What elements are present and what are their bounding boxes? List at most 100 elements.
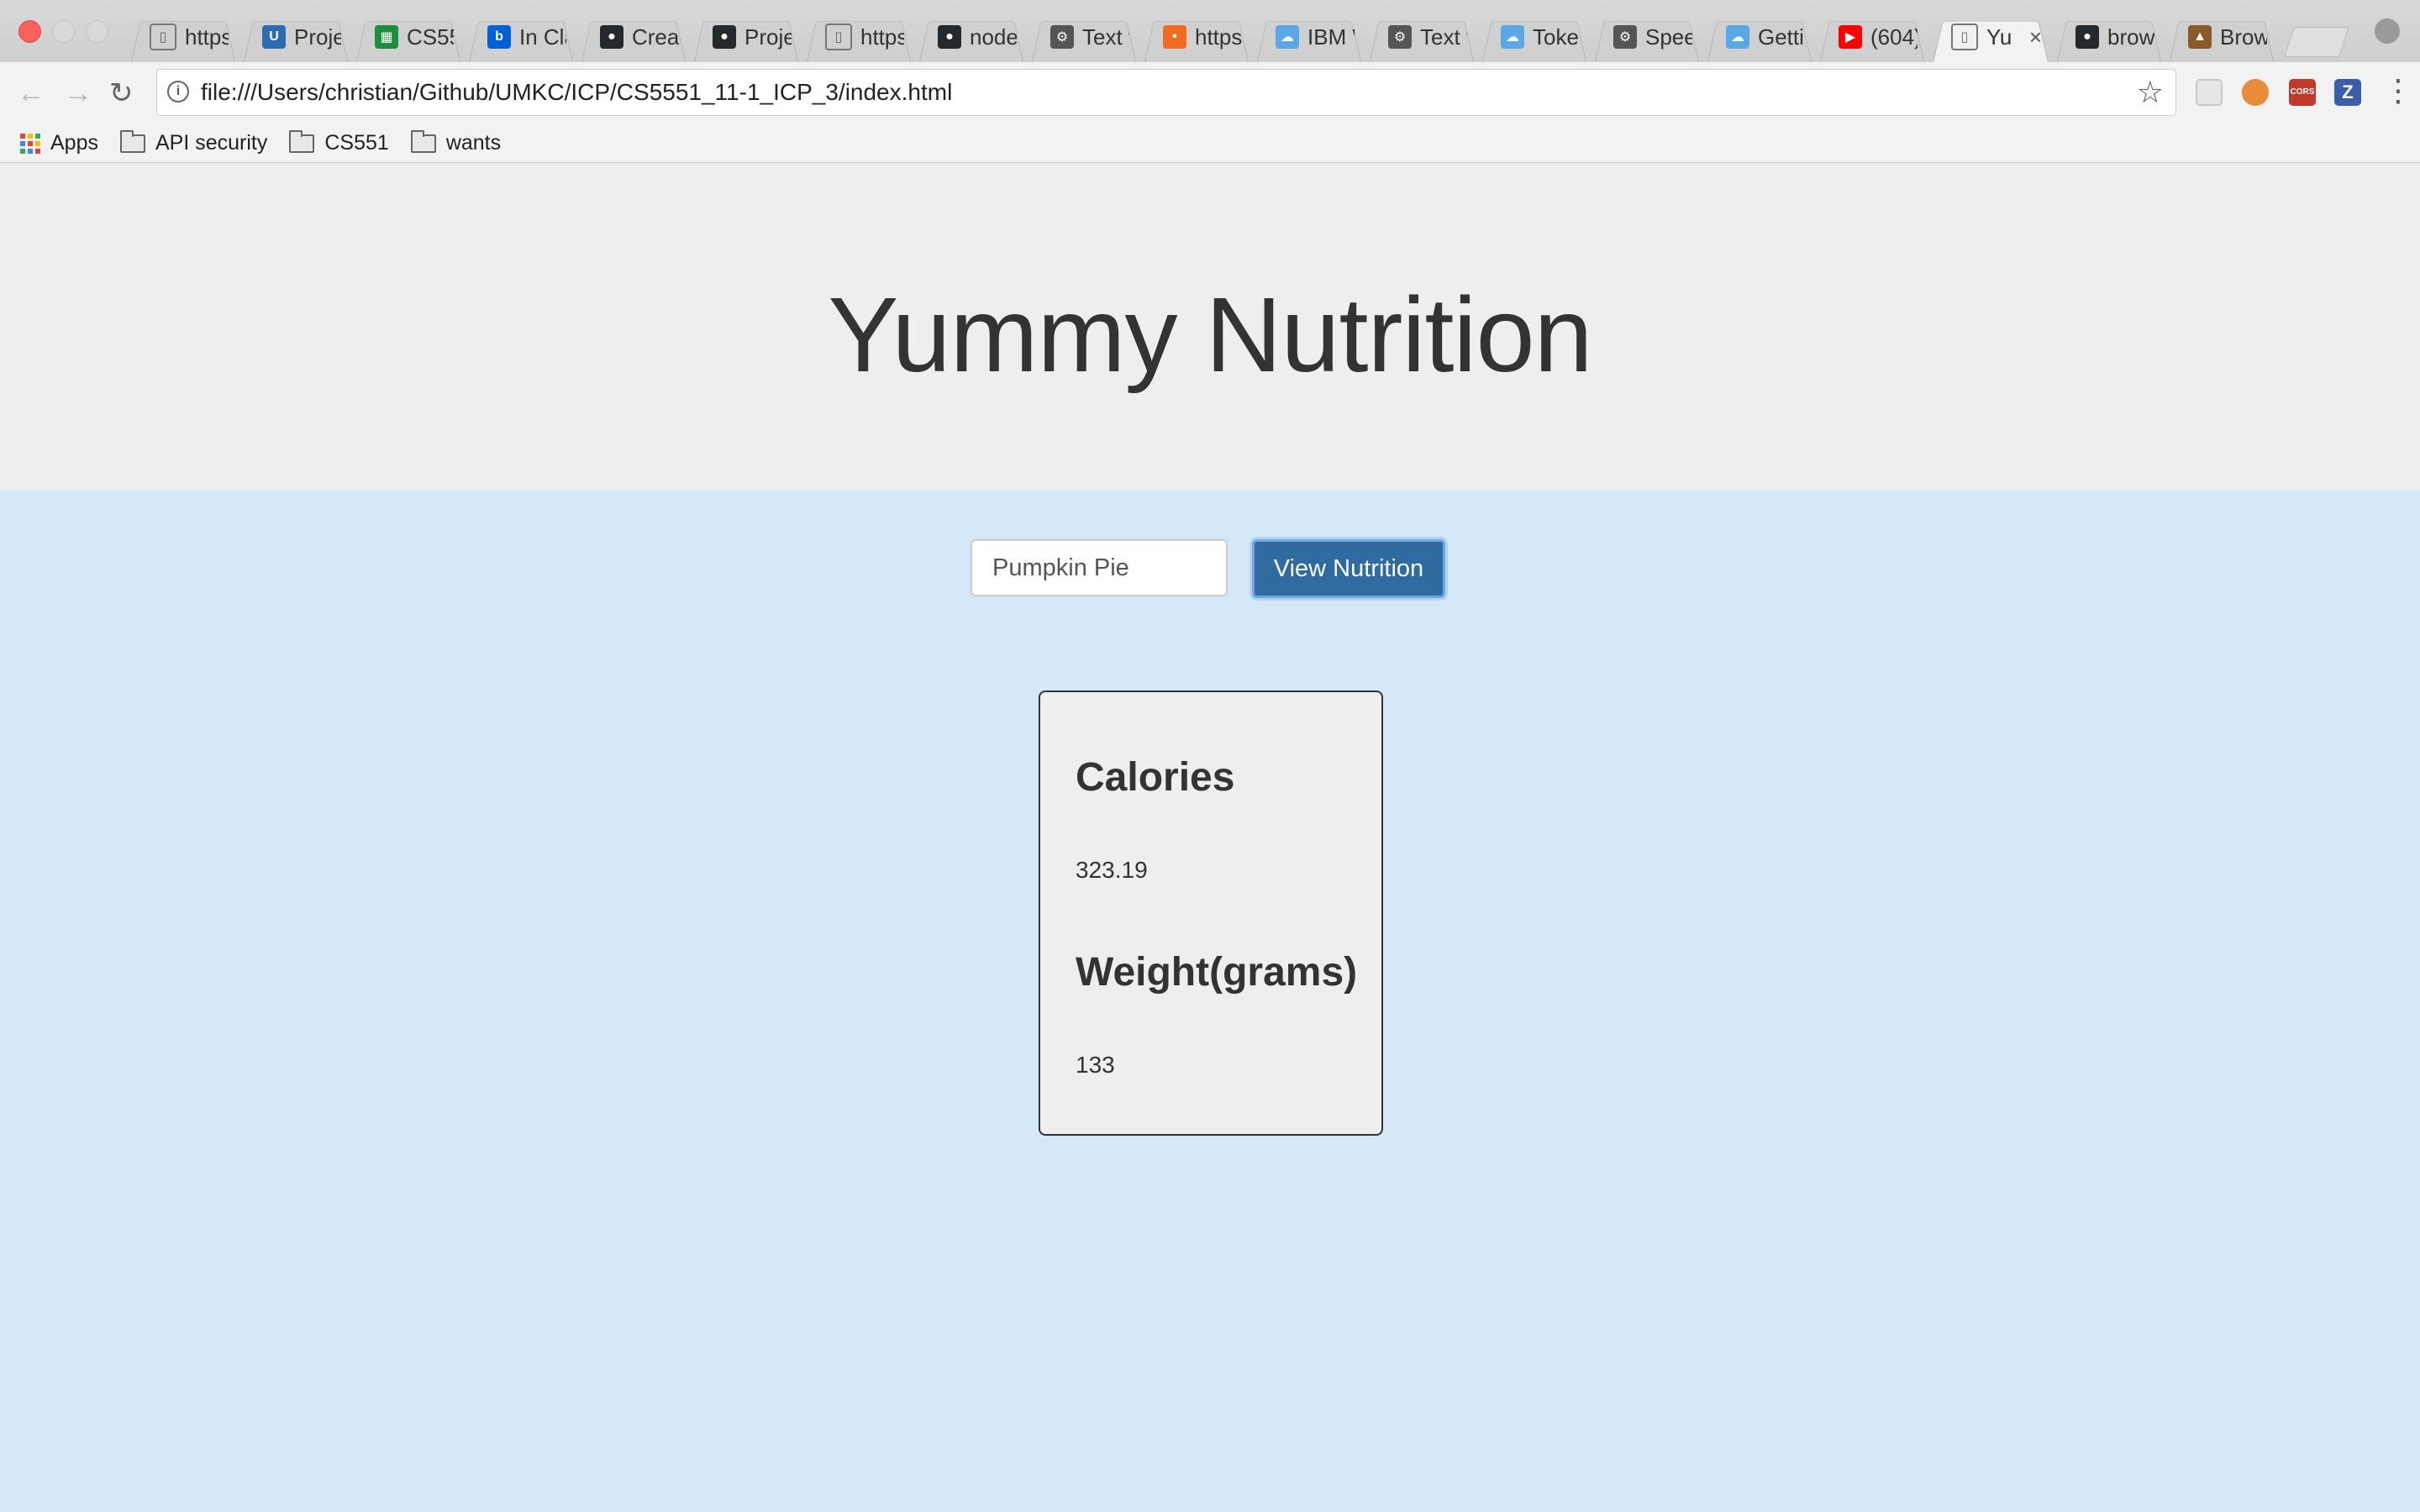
new-tab-button[interactable]	[2284, 27, 2349, 57]
tab-list: ▯ https U Proje ▦ CS55 b In Cla ● Creat ● Proje ▯ htt…	[126, 12, 2349, 62]
folder-icon	[119, 129, 145, 153]
maximize-window-button[interactable]	[86, 20, 108, 43]
watson-icon: ⚙	[1388, 25, 1412, 49]
tab-10[interactable]: ☁ IBM W	[1252, 12, 1366, 62]
tab-title: IBM W	[1307, 24, 1355, 50]
bookmark-label: API security	[155, 131, 268, 155]
tab-title: Proje	[294, 24, 341, 50]
zotero-icon[interactable]: Z	[2334, 79, 2361, 106]
bookmark-api-security[interactable]: API security	[119, 129, 268, 155]
tab-title: Creat	[632, 24, 679, 50]
document-icon: ▯	[150, 24, 176, 50]
folder-icon	[410, 129, 436, 153]
github-icon: ●	[2075, 25, 2099, 49]
github-icon: ●	[938, 25, 961, 49]
tab-14[interactable]: ☁ Gettii	[1702, 12, 1817, 62]
tab-title: Text t	[1082, 24, 1129, 50]
address-bar[interactable]: i file:///Users/christian/Github/UMKC/IC…	[156, 69, 2176, 116]
tab-title: Toke	[1533, 24, 1579, 50]
watson-icon: ⚙	[1050, 25, 1074, 49]
tab-13[interactable]: ⚙ Spee	[1590, 12, 1704, 62]
watson-icon: ⚙	[1613, 25, 1637, 49]
site-info-icon[interactable]: i	[167, 81, 189, 102]
bookmark-label: wants	[445, 131, 502, 155]
bookmarks-bar: Apps API security CS551 wants	[0, 124, 2420, 163]
tab-11[interactable]: ⚙ Text t	[1365, 12, 1479, 62]
cors-icon[interactable]: CORS	[2289, 79, 2316, 106]
tab-16[interactable]: ▯ Yu ×	[1928, 12, 2054, 62]
reload-icon[interactable]: ↻	[109, 77, 134, 109]
github-icon: ●	[713, 25, 736, 49]
tab-title: https	[860, 24, 904, 50]
folder-icon	[289, 129, 315, 153]
tab-title: Gettii	[1758, 24, 1805, 50]
document-icon: ▯	[1951, 24, 1978, 50]
apps-grid-icon	[20, 133, 40, 154]
bookmark-wants[interactable]: wants	[410, 129, 502, 155]
tab-15[interactable]: ▶ (604)	[1815, 12, 1929, 62]
profile-icon[interactable]	[2375, 18, 2400, 44]
weight-heading: Weight(grams)	[1076, 950, 1358, 995]
search-form: View Nutrition	[0, 539, 2420, 598]
tab-6[interactable]: ▯ https	[802, 12, 916, 62]
calories-heading: Calories	[1076, 755, 1235, 800]
tab-title: Brow	[2220, 24, 2267, 50]
page-body: Yummy Nutrition View Nutrition Calories …	[0, 163, 2420, 1512]
tab-title: https	[1195, 24, 1242, 50]
tab-2[interactable]: ▦ CS55	[351, 12, 466, 62]
wizard-icon: ▲	[2188, 25, 2212, 49]
umkc-icon: U	[262, 25, 286, 49]
github-icon: ●	[600, 25, 623, 49]
tab-5[interactable]: ● Proje	[689, 12, 803, 62]
bookmark-label: Apps	[50, 131, 98, 155]
tab-12[interactable]: ☁ Toke	[1477, 12, 1591, 62]
tab-title: Proje	[744, 24, 792, 50]
minimize-window-button[interactable]	[52, 20, 75, 43]
back-arrow-icon[interactable]: ←	[17, 77, 45, 109]
tab-title: In Cla	[519, 24, 566, 50]
tab-title: https	[185, 24, 229, 50]
close-window-button[interactable]	[18, 20, 41, 43]
cloud-icon: ☁	[1276, 25, 1299, 49]
view-nutrition-button[interactable]: View Nutrition	[1252, 539, 1445, 598]
bookmark-apps[interactable]: Apps	[20, 131, 98, 155]
tab-7[interactable]: ● node	[914, 12, 1028, 62]
tab-8[interactable]: ⚙ Text t	[1027, 12, 1141, 62]
bookmark-cs551[interactable]: CS551	[289, 129, 389, 155]
tab-title: Text t	[1420, 24, 1467, 50]
tab-strip: ▯ https U Proje ▦ CS55 b In Cla ● Creat ● Proje ▯ htt…	[0, 0, 2420, 62]
nutrition-card: Calories 323.19 Weight(grams) 133	[1039, 690, 1383, 1136]
tab-4[interactable]: ● Creat	[576, 12, 691, 62]
forward-arrow-icon[interactable]: →	[64, 77, 92, 109]
tab-title: (604)	[1870, 24, 1918, 50]
tab-17[interactable]: ● brow	[2052, 12, 2166, 62]
youtube-icon: ▶	[1839, 25, 1862, 49]
bookmark-label: CS551	[324, 131, 389, 155]
sheets-icon: ▦	[375, 25, 398, 49]
food-search-input[interactable]	[971, 539, 1228, 596]
browser-toolbar: ← → ↻ i file:///Users/christian/Github/U…	[0, 62, 2420, 124]
address-url[interactable]: file:///Users/christian/Github/UMKC/ICP/…	[201, 70, 952, 115]
tab-title: node	[970, 24, 1017, 50]
close-tab-icon[interactable]: ×	[2029, 24, 2042, 50]
weight-value: 133	[1076, 1052, 1115, 1078]
bookmark-star-icon[interactable]: ☆	[2137, 75, 2164, 110]
box-icon: b	[487, 25, 511, 49]
tab-9[interactable]: • https	[1139, 12, 1254, 62]
tab-1[interactable]: U Proje	[239, 12, 353, 62]
tab-title: brow	[2107, 24, 2154, 50]
tab-title: Spee	[1645, 24, 1692, 50]
header-jumbotron: Yummy Nutrition	[0, 163, 2420, 491]
extension-icon[interactable]	[2196, 79, 2223, 106]
calories-value: 323.19	[1076, 857, 1148, 883]
tab-3[interactable]: b In Cla	[464, 12, 578, 62]
page-title: Yummy Nutrition	[828, 276, 1592, 394]
tab-title: CS55	[407, 24, 454, 50]
tab-title: Yu	[1986, 24, 2012, 50]
cloud-icon: ☁	[1726, 25, 1749, 49]
crossbrowser-icon[interactable]	[2242, 79, 2269, 106]
tab-18[interactable]: ▲ Brow	[2165, 12, 2279, 62]
browser-menu-icon[interactable]: ⋮	[2383, 74, 2413, 108]
tab-0[interactable]: ▯ https	[126, 12, 240, 62]
dots-icon: •	[1163, 25, 1186, 49]
